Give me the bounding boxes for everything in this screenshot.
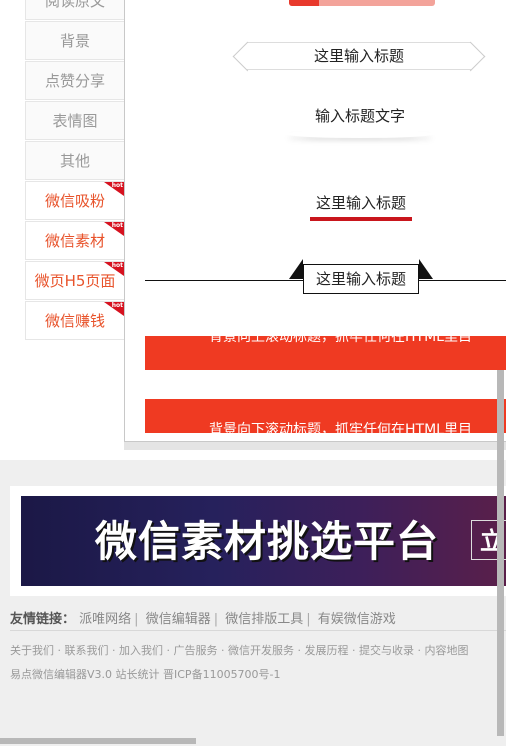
sidebar-item-label: 其他 (59, 152, 90, 170)
sidebar-item-label: 点赞分享 (44, 72, 105, 90)
footer-nav-link[interactable]: 广告服务 (174, 644, 218, 657)
footer-nav-link[interactable]: 关于我们 (10, 644, 54, 657)
footer-nav-link[interactable]: 微信开发服务 (228, 644, 294, 657)
vertical-scrollbar[interactable] (497, 370, 504, 736)
template-red-banner-1[interactable]: 背景向上滚动标题，抓牢任何在HTML里目 (145, 336, 506, 370)
ad-banner[interactable]: 微信素材挑选平台 立 (21, 496, 506, 586)
template-panel: 这里输入标题 输入标题文字 这里输入标题 这里输入标题 背景向上滚动标题，抓牢任… (124, 0, 506, 442)
banner-text: 背景向下滚动标题，抓牢任何在HTML里目 (209, 422, 472, 433)
template-underline-title[interactable]: 这里输入标题 (310, 192, 412, 221)
sidebar-item-h5-page[interactable]: 微页H5页面 hot (25, 261, 124, 300)
footer-divider (10, 630, 506, 631)
underline-title-text: 这里输入标题 (315, 194, 406, 212)
sidebar-item-emoji[interactable]: 表情图 (25, 101, 124, 140)
friend-link[interactable]: 微信编辑器 (146, 612, 211, 627)
style-category-sidebar: 阅读原文 背景 点赞分享 表情图 其他 微信吸粉 hot 微信素材 hot 微页… (25, 0, 124, 341)
box-title-text: 这里输入标题 (315, 270, 406, 288)
template-ribbon-title[interactable]: 这里输入标题 (229, 41, 489, 72)
friend-link[interactable]: 派唯网络 (79, 612, 131, 627)
sidebar-item-background[interactable]: 背景 (25, 21, 124, 60)
friend-link[interactable]: 微信排版工具 (225, 612, 303, 627)
footer-nav-link[interactable]: 内容地图 (425, 644, 469, 657)
copyright: 易点微信编辑器V3.0 站长统计 晋ICP备11005700号-1 (10, 668, 281, 681)
footer-nav-link[interactable]: 提交与收录 (359, 644, 414, 657)
ad-banner-wrapper: 微信素材挑选平台 立 (10, 486, 506, 596)
sidebar-item-read-original[interactable]: 阅读原文 (25, 0, 124, 20)
panel-shadow (124, 442, 506, 450)
hot-badge: hot (104, 262, 124, 276)
ribbon-title-text: 这里输入标题 (313, 47, 404, 65)
sidebar-item-label: 微信赚钱 (44, 312, 105, 330)
banner-text: 背景向上滚动标题，抓牢任何在HTML里目 (209, 336, 472, 345)
friend-link[interactable]: 有娱微信游戏 (318, 612, 396, 627)
sidebar-item-wechat-earn[interactable]: 微信赚钱 hot (25, 301, 124, 340)
sidebar-item-label: 阅读原文 (44, 0, 105, 10)
box-title-left-flag (289, 259, 303, 279)
sidebar-item-label: 表情图 (52, 112, 98, 130)
sidebar-item-other[interactable]: 其他 (25, 141, 124, 180)
template-red-banner-2[interactable]: 背景向下滚动标题，抓牢任何在HTML里目 (145, 399, 506, 433)
box-title-right-flag (419, 259, 433, 279)
hot-badge: hot (104, 182, 124, 196)
sidebar-item-label: 微信素材 (44, 232, 105, 250)
friend-links-label: 友情链接： (10, 612, 76, 627)
template-top-button[interactable] (289, 0, 435, 6)
template-shadow-title[interactable]: 输入标题文字 (285, 105, 435, 138)
sidebar-item-wechat-material[interactable]: 微信素材 hot (25, 221, 124, 260)
footer-nav-link[interactable]: 发展历程 (305, 644, 349, 657)
hot-badge: hot (104, 222, 124, 236)
sidebar-item-wechat-fans[interactable]: 微信吸粉 hot (25, 181, 124, 220)
shadow-title-text: 输入标题文字 (314, 107, 405, 125)
sidebar-item-label: 微信吸粉 (44, 192, 105, 210)
footer-nav-link[interactable]: 加入我们 (119, 644, 163, 657)
sidebar-item-like-share[interactable]: 点赞分享 (25, 61, 124, 100)
template-box-title[interactable]: 这里输入标题 (303, 264, 419, 294)
sidebar-item-label: 背景 (59, 32, 90, 50)
friend-links: 友情链接： 派唯网络 | 微信编辑器 | 微信排版工具 | 有娱微信游戏 (10, 612, 396, 627)
ad-title: 微信素材挑选平台 (95, 517, 440, 566)
horizontal-scrollbar[interactable] (0, 738, 196, 744)
footer-nav: 关于我们 · 联系我们 · 加入我们 · 广告服务 · 微信开发服务 · 发展历… (10, 644, 469, 657)
footer-nav-link[interactable]: 联系我们 (65, 644, 109, 657)
hot-badge: hot (104, 302, 124, 316)
